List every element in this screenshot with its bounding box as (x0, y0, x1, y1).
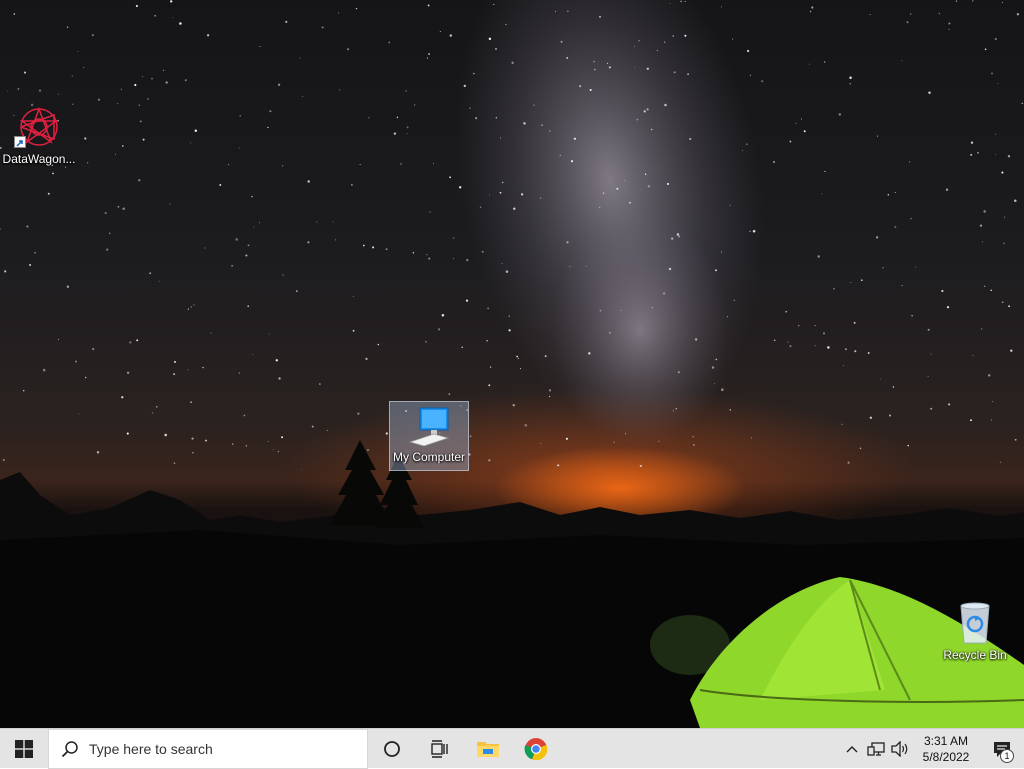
clock-date: 5/8/2022 (922, 749, 970, 764)
desktop-icon-label: My Computer (392, 450, 466, 464)
file-explorer-icon (477, 741, 499, 757)
clock[interactable]: 3:31 AM 5/8/2022 (916, 733, 976, 765)
show-hidden-icons-button[interactable] (840, 729, 864, 769)
desktop-icon-label: Recycle Bin (943, 648, 1007, 662)
start-button[interactable] (0, 729, 48, 769)
task-view-icon (431, 739, 448, 758)
search-input[interactable]: Type here to search (48, 728, 368, 769)
file-explorer-button[interactable] (464, 729, 512, 769)
recycle-bin-icon (960, 602, 990, 644)
desktop-icon-datawagon[interactable]: DataWagon... (0, 104, 78, 174)
network-button[interactable] (864, 729, 888, 769)
volume-button[interactable] (888, 729, 912, 769)
system-tray: 3:31 AM 5/8/2022 1 (840, 729, 1024, 769)
cortana-icon (384, 740, 400, 757)
desktop[interactable]: DataWagon... My Computer Recycle Bin (0, 0, 1024, 728)
chrome-button[interactable] (512, 729, 560, 769)
computer-icon (408, 407, 450, 447)
desktop-icon-label: DataWagon... (2, 152, 76, 166)
taskbar: Type here to search 3:31 AM 5/8/2022 1 (0, 728, 1024, 769)
clock-time: 3:31 AM (923, 733, 969, 748)
search-icon (61, 740, 78, 757)
wallpaper-landscape (0, 440, 1024, 728)
chrome-icon (524, 737, 548, 760)
cortana-button[interactable] (368, 729, 416, 769)
notification-count-badge: 1 (1000, 748, 1014, 763)
task-view-button[interactable] (416, 729, 464, 769)
action-center-button[interactable]: 1 (980, 729, 1024, 769)
desktop-icon-my-computer[interactable]: My Computer (389, 401, 469, 471)
search-placeholder: Type here to search (89, 740, 213, 757)
speaker-icon (891, 740, 908, 757)
windows-logo-icon (15, 739, 33, 758)
desktop-icon-recycle-bin[interactable]: Recycle Bin (936, 600, 1014, 670)
network-icon (867, 741, 885, 756)
shortcut-arrow-icon (14, 136, 26, 148)
chevron-up-icon (846, 745, 858, 752)
